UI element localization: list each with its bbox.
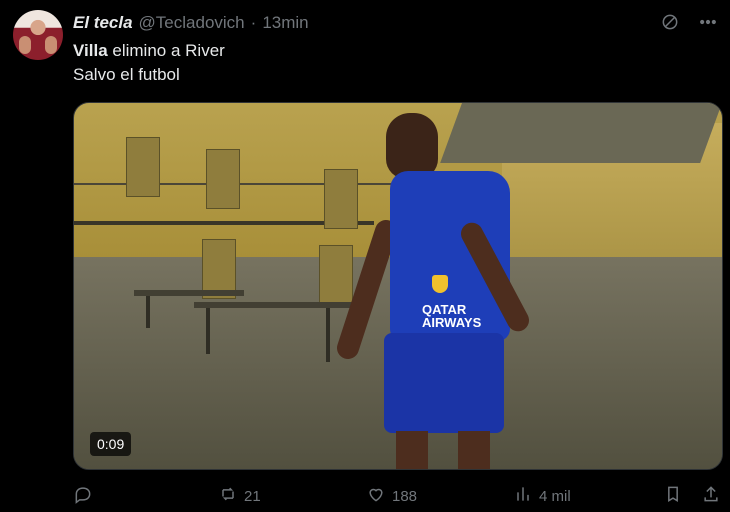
like-count: 188 — [392, 487, 418, 505]
post-text-rest: elimino a River — [107, 41, 225, 60]
player-shorts — [384, 333, 504, 433]
post-actions-bar: 21 188 4 mil — [73, 484, 721, 506]
views-count: 4 mil — [539, 487, 571, 505]
video-door — [319, 245, 353, 305]
reply-icon — [73, 484, 93, 508]
video-table-leg — [206, 308, 210, 354]
retweet-count: 21 — [244, 487, 261, 505]
video-time-badge: 0:09 — [90, 432, 132, 456]
author-handle[interactable]: @Tecladovich — [139, 13, 245, 33]
video-door — [324, 169, 358, 229]
post-header: El tecla @Tecladovich · 13min — [73, 12, 309, 34]
player-head — [386, 113, 438, 179]
author-name[interactable]: El tecla — [73, 13, 133, 33]
share-icon[interactable] — [701, 484, 721, 509]
video-door — [206, 149, 240, 209]
video-table — [134, 290, 244, 296]
author-avatar[interactable] — [13, 10, 63, 60]
avatar-arm-left — [19, 36, 31, 54]
timestamp-separator: · — [250, 13, 257, 32]
club-crest — [432, 275, 448, 293]
jersey-sponsor: QATAR AIRWAYS — [422, 302, 482, 330]
views-icon — [513, 484, 533, 508]
like-button[interactable]: 188 — [366, 484, 417, 508]
grok-icon[interactable] — [660, 12, 680, 37]
video-table-leg — [146, 296, 150, 328]
post-time[interactable]: 13min — [262, 13, 308, 33]
post-text-line-2: Salvo el futbol — [73, 65, 180, 84]
video-table-leg — [326, 308, 330, 362]
post-text: Villa elimino a River Salvo el futbol — [73, 39, 225, 87]
video-door — [126, 137, 160, 197]
avatar-arm-right — [45, 36, 57, 54]
more-icon[interactable] — [698, 12, 718, 37]
player-figure: QATAR AIRWAYS — [334, 113, 534, 469]
post-secondary-actions — [663, 484, 721, 509]
reply-button[interactable] — [73, 484, 93, 508]
retweet-button[interactable]: 21 — [218, 484, 261, 508]
views-button[interactable]: 4 mil — [513, 484, 571, 508]
video-table — [194, 302, 354, 308]
player-left-leg — [396, 431, 428, 469]
bookmark-icon[interactable] — [663, 484, 683, 509]
post-text-line-1: Villa elimino a River — [73, 39, 225, 63]
post-text-bold: Villa — [73, 41, 108, 60]
retweet-icon — [218, 484, 238, 508]
video-player[interactable]: QATAR AIRWAYS 0:09 — [73, 102, 723, 470]
player-right-leg — [458, 431, 490, 469]
post-top-actions — [660, 12, 718, 37]
like-icon — [366, 484, 386, 508]
